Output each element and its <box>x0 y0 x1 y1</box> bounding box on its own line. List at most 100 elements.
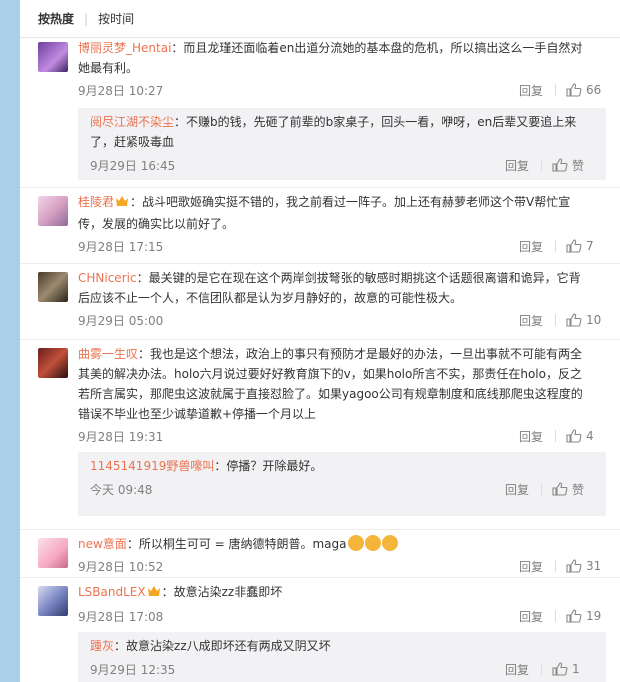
action-divider <box>541 159 542 171</box>
like-count: 19 <box>586 609 602 623</box>
avatar[interactable] <box>38 348 68 378</box>
like-count: 赞 <box>572 482 585 497</box>
like-count: 7 <box>586 239 594 253</box>
comment-meta: 9月28日 10:52 回复 31 <box>78 556 606 576</box>
like-button[interactable]: 7 <box>566 239 606 253</box>
comment-text: 曲雾一生叹：我也是这个想法，政治上的事只有预防才是最好的办法，一旦出事就不可能有… <box>78 344 606 424</box>
avatar[interactable] <box>38 42 68 72</box>
reply-actions: 回复 1 <box>483 661 592 678</box>
comment-actions: 回复 10 <box>497 312 606 329</box>
sort-bar: 按热度 | 按时间 <box>20 0 620 38</box>
comment-text: new意面：所以桐生可可 = 唐纳德特朗普。maga <box>78 534 606 554</box>
reply-time: 9月29日 12:35 <box>90 662 176 677</box>
reply-actions: 回复 赞 <box>483 481 592 498</box>
thumbs-up-icon <box>552 662 568 676</box>
comment-body: ：最关键的是它在现在这个两岸剑拔弩张的敏感时期挑这个话题很离谱和诡异，它背后应该… <box>78 271 581 305</box>
reply-actions: 回复 赞 <box>483 157 592 174</box>
like-button[interactable]: 66 <box>566 83 606 97</box>
like-count: 4 <box>586 429 594 443</box>
comment-text: LSBandLEX ：故意沾染zz非蠢即坏 <box>78 582 606 604</box>
reply-button[interactable]: 回复 <box>483 157 529 174</box>
emoji-icon <box>381 535 398 551</box>
comment-username[interactable]: LSBandLEX <box>78 585 146 599</box>
reply-username[interactable]: 阅尽江湖不染尘 <box>90 115 174 129</box>
comment-username[interactable]: CHNiceric <box>78 271 137 285</box>
comment-username[interactable]: 曲雾一生叹 <box>78 347 138 361</box>
action-divider <box>555 430 556 442</box>
comment-body: ：我也是这个想法，政治上的事只有预防才是最好的办法，一旦出事就不可能有两全其美的… <box>78 347 583 421</box>
comment-body: ：所以桐生可可 = 唐纳德特朗普。maga <box>126 537 347 551</box>
like-button[interactable]: 19 <box>566 609 606 623</box>
avatar[interactable] <box>38 196 68 226</box>
comment-time: 9月28日 17:08 <box>78 609 164 624</box>
like-button[interactable]: 10 <box>566 313 606 327</box>
comment-text: 桂陵君 ：战斗吧歌姬确实挺不错的，我之前看过一阵子。加上还有赫萝老师这个带V帮忙宣… <box>78 192 606 234</box>
comment-actions: 回复 19 <box>497 608 606 625</box>
thumbs-up-icon <box>566 239 582 253</box>
thumbs-up-icon <box>552 482 568 496</box>
reply-text: 阅尽江湖不染尘：不赚b的钱，先砸了前辈的b家桌子，回头一看，咿呀，en后辈又要追… <box>90 112 606 152</box>
comment-username[interactable]: new意面 <box>78 537 127 551</box>
thumbs-up-icon <box>566 429 582 443</box>
comment-item: LSBandLEX ：故意沾染zz非蠢即坏 9月28日 17:08 回复 19 踵… <box>20 578 620 682</box>
like-count: 1 <box>572 662 580 676</box>
action-divider <box>541 483 542 495</box>
sort-by-time-tab[interactable]: 按时间 <box>98 10 134 27</box>
comment-item: new意面：所以桐生可可 = 唐纳德特朗普。maga 9月28日 10:52 回… <box>20 530 620 578</box>
reply-button[interactable]: 回复 <box>483 661 529 678</box>
comment-actions: 回复 4 <box>497 428 606 445</box>
reply-button[interactable]: 回复 <box>497 312 543 329</box>
comment-body: ：故意沾染zz非蠢即坏 <box>161 585 283 599</box>
thumbs-up-icon <box>566 559 582 573</box>
avatar[interactable] <box>38 272 68 302</box>
comment-body: ：战斗吧歌姬确实挺不错的，我之前看过一阵子。加上还有赫萝老师这个带V帮忙宣传，发… <box>78 195 571 231</box>
like-button[interactable]: 4 <box>566 429 606 443</box>
reply-button[interactable]: 回复 <box>497 82 543 99</box>
reply-button[interactable]: 回复 <box>497 238 543 255</box>
reply-box: 踵灰：故意沾染zz八成即坏还有两成又阴又坏 9月29日 12:35 回复 1 <box>78 632 606 682</box>
reply-button[interactable]: 回复 <box>497 428 543 445</box>
like-button[interactable]: 31 <box>566 559 606 573</box>
reply-username[interactable]: 踵灰 <box>90 639 114 653</box>
comment-actions: 回复 7 <box>497 238 606 255</box>
thumbs-up-icon <box>566 83 582 97</box>
comment-item: 桂陵君 ：战斗吧歌姬确实挺不错的，我之前看过一阵子。加上还有赫萝老师这个带V帮忙宣… <box>20 188 620 264</box>
reply-meta: 9月29日 16:45 回复 赞 <box>90 152 606 178</box>
comment-time: 9月28日 10:27 <box>78 83 164 98</box>
sort-by-hot-tab[interactable]: 按热度 <box>38 10 74 27</box>
action-divider <box>555 84 556 96</box>
reply-button[interactable]: 回复 <box>483 481 529 498</box>
action-divider <box>555 610 556 622</box>
emoji-icon <box>364 535 381 551</box>
like-button[interactable]: 赞 <box>552 157 592 174</box>
reply-time: 9月29日 16:45 <box>90 158 176 173</box>
comment-text: 博丽灵梦_Hentai：而且龙瑾还面临着en出道分流她的基本盘的危机，所以搞出这… <box>78 38 606 78</box>
sort-divider: | <box>84 11 89 26</box>
comment-item: 曲雾一生叹：我也是这个想法，政治上的事只有预防才是最好的办法，一旦出事就不可能有… <box>20 340 620 530</box>
like-button[interactable]: 1 <box>552 662 592 676</box>
comment-text: CHNiceric：最关键的是它在现在这个两岸剑拔弩张的敏感时期挑这个话题很离谱… <box>78 268 606 308</box>
action-divider <box>555 314 556 326</box>
comment-username[interactable]: 桂陵君 <box>78 195 114 209</box>
thumbs-up-icon <box>552 158 568 172</box>
comment-meta: 9月29日 05:00 回复 10 <box>78 310 606 330</box>
vip-badge-icon <box>114 194 130 214</box>
comment-time: 9月28日 19:31 <box>78 429 164 444</box>
action-divider <box>555 240 556 252</box>
comment-meta: 9月28日 10:27 回复 66 <box>78 80 606 100</box>
vip-badge-icon <box>146 584 162 604</box>
reply-box: 1145141919野兽嚎叫：停播？开除最好。 今天 09:48 回复 赞 <box>78 452 606 516</box>
comment-meta: 9月28日 17:08 回复 19 <box>78 606 606 626</box>
action-divider <box>555 560 556 572</box>
comment-username[interactable]: 博丽灵梦_Hentai <box>78 41 171 55</box>
comment-item: 博丽灵梦_Hentai：而且龙瑾还面临着en出道分流她的基本盘的危机，所以搞出这… <box>20 38 620 188</box>
avatar[interactable] <box>38 538 68 568</box>
reply-button[interactable]: 回复 <box>497 608 543 625</box>
emoji-icon <box>347 535 364 551</box>
like-button[interactable]: 赞 <box>552 481 592 498</box>
comment-panel: 按热度 | 按时间 博丽灵梦_Hentai：而且龙瑾还面临着en出道分流她的基本… <box>20 0 620 682</box>
reply-username[interactable]: 1145141919野兽嚎叫 <box>90 459 214 473</box>
reply-button[interactable]: 回复 <box>497 558 543 575</box>
avatar[interactable] <box>38 586 68 616</box>
comment-time: 9月28日 17:15 <box>78 239 164 254</box>
